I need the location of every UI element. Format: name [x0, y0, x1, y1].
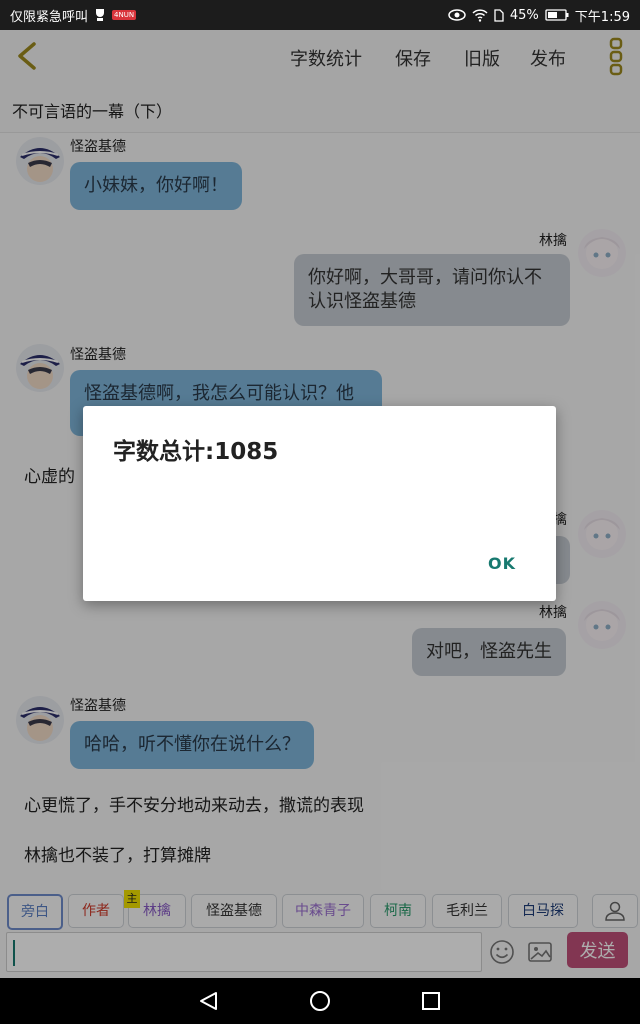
system-nav-bar	[0, 978, 640, 1024]
app-badge-icon: 4NUN	[112, 10, 137, 20]
battery-percent: 45%	[509, 7, 539, 23]
nav-home-icon[interactable]	[308, 989, 332, 1013]
battery-icon	[545, 9, 569, 21]
nav-back-icon[interactable]	[196, 990, 220, 1012]
notification-icon	[96, 9, 105, 21]
status-bar: 仅限紧急呼叫 4NUN 45% 下午1:59	[0, 0, 640, 30]
emergency-call-text: 仅限紧急呼叫	[10, 9, 89, 25]
word-count-dialog: 字数总计:1085 OK	[83, 406, 556, 601]
wifi-icon	[472, 8, 488, 22]
ok-button[interactable]: OK	[488, 554, 516, 573]
eye-icon	[448, 9, 466, 21]
nav-recents-icon[interactable]	[420, 990, 442, 1012]
clock: 下午1:59	[574, 9, 630, 25]
sim-icon	[494, 8, 504, 22]
dialog-message: 字数总计:1085	[113, 439, 279, 465]
